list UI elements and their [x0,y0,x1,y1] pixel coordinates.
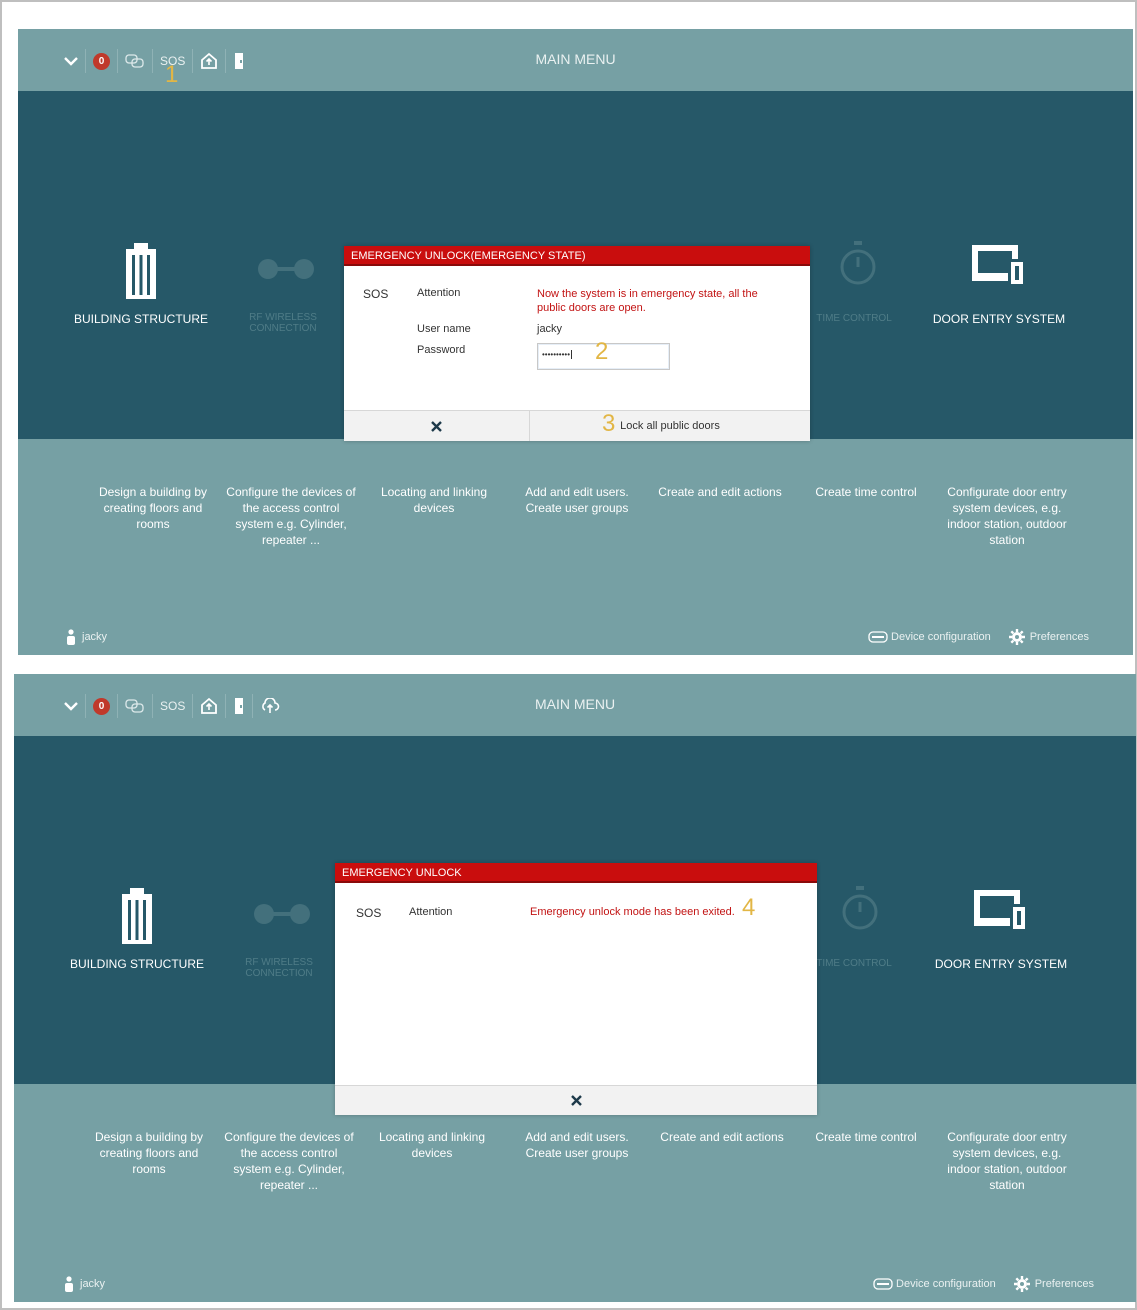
desc-door-entry: Configurate door entry system devices, e… [947,485,1067,547]
username-value: jacky [537,323,563,335]
step-marker-2: 2 [595,338,609,365]
close-button[interactable] [344,411,529,441]
tile-door-entry-system[interactable]: DOOR ENTRY SYSTEM [916,957,1086,971]
stopwatch-icon [838,241,878,290]
gear-icon [1008,629,1025,645]
desc-actions: Create and edit actions [658,485,782,499]
emergency-unlock-dialog: EMERGENCY UNLOCK(EMERGENCY STATE) SOS At… [344,246,810,441]
preferences-label: Preferences [1034,1278,1094,1290]
desc-actions: Create and edit actions [660,1130,784,1144]
door-entry-icon[interactable] [970,243,1028,294]
dialog-sos-label: SOS [363,287,389,301]
tile-rf-wireless[interactable]: RF WIRELESS CONNECTION [218,312,348,334]
desc-time-control: Create time control [815,1130,917,1144]
desc-users: Add and edit users. Create user groups [525,1130,629,1160]
dialog-footer [335,1085,817,1115]
attention-label: Attention [409,906,453,918]
device-config-icon [868,631,888,643]
stopwatch-icon [840,886,880,935]
dialog-title: EMERGENCY UNLOCK(EMERGENCY STATE) [344,246,810,266]
building-icon[interactable] [120,886,154,949]
page-title: MAIN MENU [534,696,616,712]
dialog-sos-label: SOS [356,906,382,920]
close-icon [431,420,442,432]
preferences-label: Preferences [1029,631,1089,643]
gear-icon [1013,1276,1030,1292]
desc-door-entry: Configurate door entry system devices, e… [947,1130,1067,1192]
desc-time-control: Create time control [815,485,917,499]
footer-actions: Device configuration Preferences [873,1276,1094,1292]
tile-time-control[interactable]: TIME CONTROL [794,313,914,324]
top-bar: 0 SOS MAIN MENU [18,29,1133,91]
close-button[interactable] [335,1086,817,1115]
dialog-footer: Lock all public doors [344,410,810,441]
person-icon [67,629,75,645]
building-icon[interactable] [124,241,158,304]
figure-frame: 0 SOS MAIN MENU BUILDING STRUCTURE RF WI… [0,0,1137,1310]
main-menu-screen-1: 0 SOS MAIN MENU BUILDING STRUCTURE RF WI… [18,29,1133,655]
main-menu-screen-2: 0 SOS MAIN MENU BUILDING STRUCTURE RF WI… [14,674,1136,1302]
password-label: Password [417,344,466,356]
device-configuration-button[interactable]: Device configuration [868,631,991,643]
username-label: User name [417,323,471,335]
device-config-icon [873,1278,893,1290]
step-marker-1: 1 [165,61,179,88]
page-title: MAIN MENU [535,51,616,67]
close-icon [570,1095,582,1106]
desc-linking: Locating and linking devices [378,1130,486,1160]
person-icon [65,1276,73,1292]
user-name: jacky [80,1278,106,1290]
desc-building: Design a building by creating floors and… [98,485,208,531]
footer-actions: Device configuration Preferences [868,629,1089,645]
dialog-title: EMERGENCY UNLOCK [335,863,817,883]
password-value: •••••••••• [542,350,571,359]
user-indicator[interactable]: jacky [64,1276,105,1292]
device-configuration-button[interactable]: Device configuration [873,1278,996,1290]
step-marker-3: 3 [602,410,616,437]
attention-label: Attention [417,287,461,299]
tile-building-structure[interactable]: BUILDING STRUCTURE [52,957,222,971]
desc-users: Add and edit users. Create user groups [525,485,629,515]
tile-building-structure[interactable]: BUILDING STRUCTURE [56,312,226,326]
device-configuration-label: Device configuration [891,631,991,643]
tile-rf-wireless[interactable]: RF WIRELESS CONNECTION [214,957,344,979]
desc-linking: Locating and linking devices [380,485,488,515]
desc-access-control: Configure the devices of the access cont… [224,1130,354,1192]
bottom-bar: jacky Device configuration Preferences [18,615,1133,655]
preferences-button[interactable]: Preferences [1008,629,1089,645]
top-bar: 0 SOS MAIN MENU [14,674,1136,736]
preferences-button[interactable]: Preferences [1013,1276,1094,1292]
step-marker-4: 4 [742,894,756,921]
attention-message: Emergency unlock mode has been exited. [530,906,735,918]
device-configuration-label: Device configuration [896,1278,996,1290]
lock-all-public-doors-button[interactable]: Lock all public doors [529,411,810,441]
door-entry-icon[interactable] [972,888,1030,939]
attention-message: Now the system is in emergency state, al… [537,288,758,314]
bottom-bar: jacky Device configuration Preferences [14,1262,1136,1302]
desc-building: Design a building by creating floors and… [94,1130,204,1176]
user-name: jacky [82,631,108,643]
rf-link-icon [252,902,312,931]
rf-link-icon [256,257,316,286]
tile-door-entry-system[interactable]: DOOR ENTRY SYSTEM [914,312,1084,326]
user-indicator[interactable]: jacky [66,629,107,645]
desc-access-control: Configure the devices of the access cont… [226,485,356,547]
